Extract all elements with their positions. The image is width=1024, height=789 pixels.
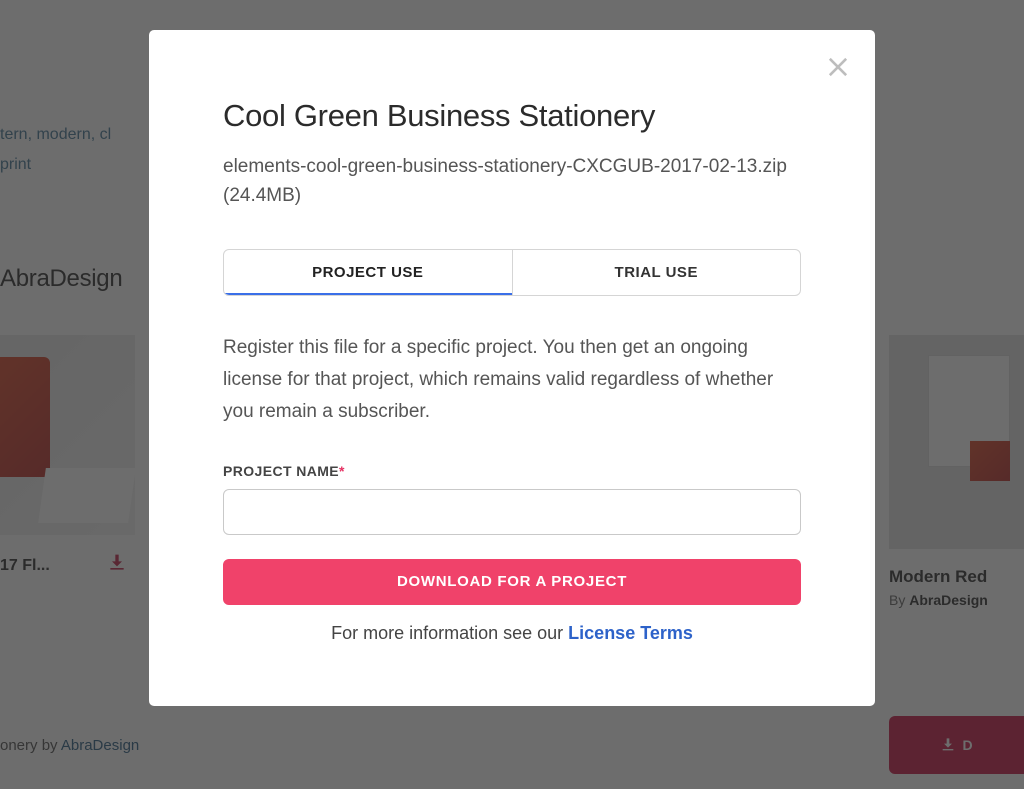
download-for-project-button[interactable]: DOWNLOAD FOR A PROJECT xyxy=(223,559,801,605)
tab-project-use[interactable]: PROJECT USE xyxy=(224,250,513,295)
close-icon xyxy=(824,53,852,81)
modal-title: Cool Green Business Stationery xyxy=(223,98,801,134)
project-name-input[interactable] xyxy=(223,489,801,535)
download-modal: Cool Green Business Stationery elements-… xyxy=(149,30,875,706)
modal-overlay[interactable]: Cool Green Business Stationery elements-… xyxy=(0,0,1024,789)
tab-trial-use[interactable]: TRIAL USE xyxy=(513,250,801,295)
usage-description: Register this file for a specific projec… xyxy=(223,332,801,429)
filename-label: elements-cool-green-business-stationery-… xyxy=(223,152,801,211)
close-button[interactable] xyxy=(824,53,852,81)
project-name-label: PROJECT NAME* xyxy=(223,463,801,479)
usage-tabs: PROJECT USE TRIAL USE xyxy=(223,249,801,296)
license-info: For more information see our License Ter… xyxy=(223,623,801,644)
license-terms-link[interactable]: License Terms xyxy=(568,623,693,643)
required-marker: * xyxy=(339,463,345,479)
